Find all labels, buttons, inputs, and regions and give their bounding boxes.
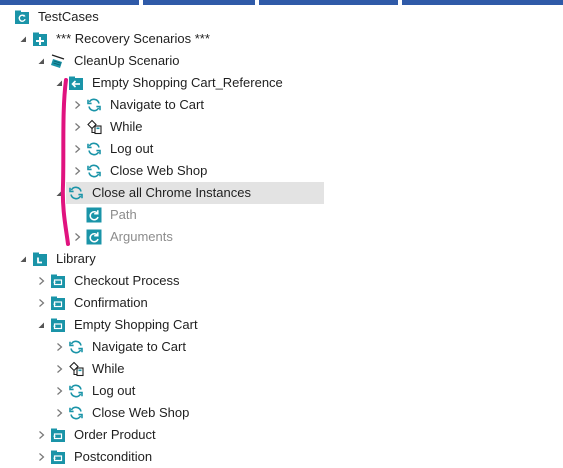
top-bar-segment	[143, 0, 255, 5]
tree-item-label: Confirmation	[74, 295, 148, 310]
expand-arrow-icon[interactable]	[36, 320, 46, 330]
while-icon	[86, 119, 102, 135]
top-bar-segment	[259, 0, 398, 5]
collapse-arrow-icon[interactable]	[54, 364, 64, 374]
tree-item-label: While	[110, 119, 143, 134]
refresh-icon	[86, 141, 102, 157]
collapse-arrow-icon[interactable]	[54, 408, 64, 418]
collapse-arrow-icon[interactable]	[36, 276, 46, 286]
refresh-icon	[68, 185, 84, 201]
tree-item-close-web-shop[interactable]: Close Web Shop	[0, 160, 563, 182]
module-folder-icon	[50, 449, 66, 465]
tree-item-label: Close all Chrome Instances	[92, 185, 251, 200]
tree-item-label: Log out	[92, 383, 136, 398]
tree-item-label: Log out	[110, 141, 154, 156]
collapse-arrow-icon[interactable]	[72, 122, 82, 132]
tree-item-order-product[interactable]: Order Product	[0, 424, 563, 446]
refresh-box-icon	[86, 229, 102, 245]
tree-item-label: Close Web Shop	[92, 405, 190, 420]
collapse-arrow-icon[interactable]	[36, 430, 46, 440]
tree-item-checkout-process[interactable]: Checkout Process	[0, 270, 563, 292]
library-folder-icon	[32, 251, 48, 267]
tree-item-label: Postcondition	[74, 449, 153, 464]
tree-item-label: Checkout Process	[74, 273, 180, 288]
tree-item-label: While	[92, 361, 125, 376]
collapse-arrow-icon[interactable]	[54, 342, 64, 352]
module-folder-icon	[50, 427, 66, 443]
tree-item-empty-cart-reference[interactable]: Empty Shopping Cart_Reference	[0, 72, 563, 94]
tree-item-while[interactable]: While	[0, 116, 563, 138]
expand-arrow-icon[interactable]	[36, 56, 46, 66]
expand-arrow-icon[interactable]	[54, 188, 64, 198]
tree-item-log-out[interactable]: Log out	[0, 138, 563, 160]
tree-item-arguments[interactable]: Arguments	[0, 226, 563, 248]
tree-item-path[interactable]: Path	[0, 204, 563, 226]
collapse-arrow-icon[interactable]	[36, 452, 46, 462]
refresh-icon	[68, 339, 84, 355]
tree-item-label: Navigate to Cart	[110, 97, 204, 112]
expand-arrow-icon[interactable]	[18, 34, 28, 44]
tree-item-recovery-scenarios[interactable]: *** Recovery Scenarios ***	[0, 28, 563, 50]
refresh-icon	[86, 97, 102, 113]
tree-item-label: Empty Shopping Cart_Reference	[92, 75, 283, 90]
refresh-icon	[68, 405, 84, 421]
module-folder-icon	[50, 295, 66, 311]
recovery-folder-icon	[32, 31, 48, 47]
collapse-arrow-icon[interactable]	[72, 232, 82, 242]
collapse-arrow-icon[interactable]	[36, 298, 46, 308]
reference-icon	[68, 75, 84, 91]
tree-item-lib-log-out[interactable]: Log out	[0, 380, 563, 402]
refresh-icon	[68, 383, 84, 399]
tree-item-label: CleanUp Scenario	[74, 53, 180, 68]
tree-item-library[interactable]: Library	[0, 248, 563, 270]
tree-item-lib-while[interactable]: While	[0, 358, 563, 380]
tree-item-label: Order Product	[74, 427, 156, 442]
tree-item-cleanup-scenario[interactable]: CleanUp Scenario	[0, 50, 563, 72]
broom-icon	[50, 53, 66, 69]
tree-item-label: TestCases	[38, 9, 99, 24]
tree-item-label: Navigate to Cart	[92, 339, 186, 354]
refresh-icon	[86, 163, 102, 179]
testcase-folder-icon	[14, 9, 30, 25]
tree-item-close-all-chrome[interactable]: Close all Chrome Instances	[0, 182, 563, 204]
top-bar-segment	[0, 0, 139, 5]
tree-item-testcases[interactable]: TestCases	[0, 6, 563, 28]
tree-item-label: Library	[56, 251, 96, 266]
collapse-arrow-icon[interactable]	[54, 386, 64, 396]
collapse-arrow-icon[interactable]	[72, 144, 82, 154]
while-icon	[68, 361, 84, 377]
top-bar-segment	[402, 0, 563, 5]
tree-item-label: Arguments	[110, 229, 173, 244]
expand-arrow-icon[interactable]	[54, 78, 64, 88]
tree-item-label: Close Web Shop	[110, 163, 208, 178]
tree-item-label: *** Recovery Scenarios ***	[56, 31, 210, 46]
tree-item-empty-shopping-cart[interactable]: Empty Shopping Cart	[0, 314, 563, 336]
expand-arrow-icon[interactable]	[18, 254, 28, 264]
tree-item-lib-close-web-shop[interactable]: Close Web Shop	[0, 402, 563, 424]
tree-item-label: Path	[110, 207, 137, 222]
module-folder-icon	[50, 317, 66, 333]
collapse-arrow-icon[interactable]	[72, 100, 82, 110]
module-folder-icon	[50, 273, 66, 289]
collapse-arrow-icon[interactable]	[72, 166, 82, 176]
tree-item-lib-navigate-to-cart[interactable]: Navigate to Cart	[0, 336, 563, 358]
tree-item-label: Empty Shopping Cart	[74, 317, 198, 332]
tree-item-navigate-to-cart[interactable]: Navigate to Cart	[0, 94, 563, 116]
refresh-box-icon	[86, 207, 102, 223]
tree-item-confirmation[interactable]: Confirmation	[0, 292, 563, 314]
